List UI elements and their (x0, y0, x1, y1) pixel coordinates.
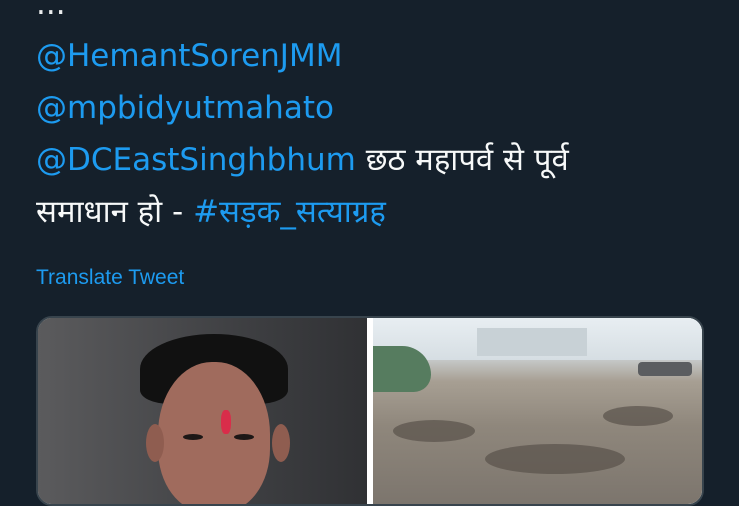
road-pothole (485, 444, 625, 474)
tweet-line-mention-bidyut: @mpbidyutmahato (36, 82, 716, 134)
tweet-top-partial-text: ... (36, 0, 66, 22)
portrait-right-ear (272, 424, 290, 462)
tweet-line-3-tail: छठ महापर्व से पूर्व (365, 142, 569, 178)
tilak-mark (221, 410, 231, 434)
translate-tweet-link[interactable]: Translate Tweet (36, 266, 184, 290)
tweet-top-partial-line: ... (36, 0, 716, 30)
portrait-face (158, 362, 270, 504)
mention-dc-link[interactable]: @DCEastSinghbhum (36, 142, 356, 178)
tweet-text: ... @HemantSorenJMM @mpbidyutmahato @DCE… (36, 0, 716, 238)
tweet-line-mention-hemant: @HemantSorenJMM (36, 30, 716, 82)
road-pothole (393, 420, 475, 442)
portrait-left-eye (183, 434, 203, 440)
portrait-right-eye (234, 434, 254, 440)
tweet-media-grid (36, 316, 704, 506)
tweet-line-4-text: समाधान हो - (36, 194, 194, 230)
hashtag-link[interactable]: #सड़क_सत्याग्रह (193, 194, 386, 230)
road-pothole (603, 406, 673, 426)
road-cars (638, 362, 692, 376)
tweet-line-mention-dc: @DCEastSinghbhum छठ महापर्व से पूर्व (36, 134, 716, 186)
mention-bidyut-link[interactable]: @mpbidyutmahato (36, 90, 334, 126)
mention-hemant-link[interactable]: @HemantSorenJMM (36, 38, 342, 74)
tweet-line-4: समाधान हो - #सड़क_सत्याग्रह (36, 186, 716, 238)
road-photo[interactable] (373, 318, 702, 504)
portrait-photo[interactable] (38, 318, 367, 504)
road-building (477, 328, 587, 356)
portrait-left-ear (146, 424, 164, 462)
